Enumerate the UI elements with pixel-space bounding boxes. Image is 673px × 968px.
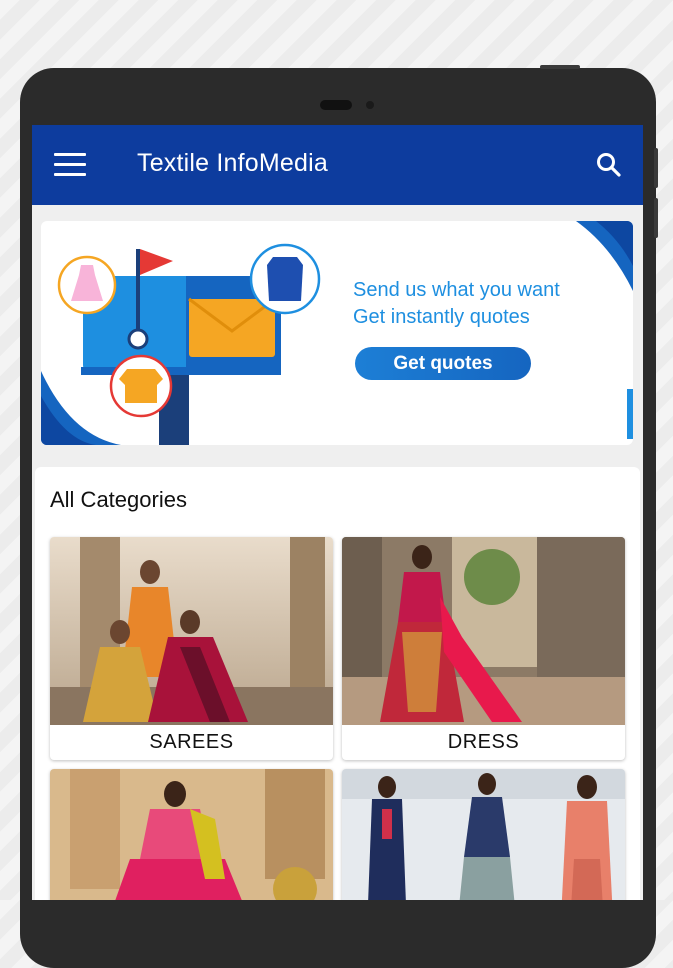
category-card-dress[interactable]: DRESS bbox=[342, 537, 625, 760]
power-button bbox=[540, 65, 580, 69]
banner-text: Send us what you want Get instantly quot… bbox=[353, 277, 560, 331]
volume-down-button bbox=[654, 198, 658, 238]
front-camera bbox=[320, 100, 352, 110]
proximity-sensor bbox=[366, 101, 374, 109]
category-3-photo bbox=[50, 769, 333, 900]
volume-up-button bbox=[654, 148, 658, 188]
search-icon[interactable] bbox=[595, 151, 623, 179]
banner-line-2: Get instantly quotes bbox=[353, 306, 530, 328]
category-label-dress: DRESS bbox=[447, 731, 520, 753]
dress-photo bbox=[342, 537, 625, 725]
banner-line-1: Send us what you want bbox=[353, 279, 560, 301]
app-bar: Textile InfoMedia bbox=[32, 125, 643, 205]
app-screen: Textile InfoMedia Send us what you want … bbox=[32, 125, 643, 900]
categories-heading: All Categories bbox=[50, 487, 187, 512]
menu-icon[interactable] bbox=[54, 153, 86, 177]
get-quotes-button[interactable]: Get quotes bbox=[355, 347, 531, 380]
categories-panel: All Categories SAREES DRESS bbox=[35, 467, 640, 900]
quotes-banner[interactable]: Send us what you want Get instantly quot… bbox=[41, 221, 633, 445]
sarees-photo bbox=[50, 537, 333, 725]
category-4-photo bbox=[342, 769, 625, 900]
category-card-3[interactable] bbox=[50, 769, 333, 900]
category-label-sarees: SAREES bbox=[149, 731, 234, 753]
category-card-4[interactable] bbox=[342, 769, 625, 900]
category-card-sarees[interactable]: SAREES bbox=[50, 537, 333, 760]
category-4-image bbox=[342, 769, 625, 900]
dress-image bbox=[342, 537, 625, 725]
category-3-image bbox=[50, 769, 333, 900]
sarees-image bbox=[50, 537, 333, 725]
banner-illustration bbox=[41, 221, 633, 445]
app-title: Textile InfoMedia bbox=[137, 149, 328, 177]
